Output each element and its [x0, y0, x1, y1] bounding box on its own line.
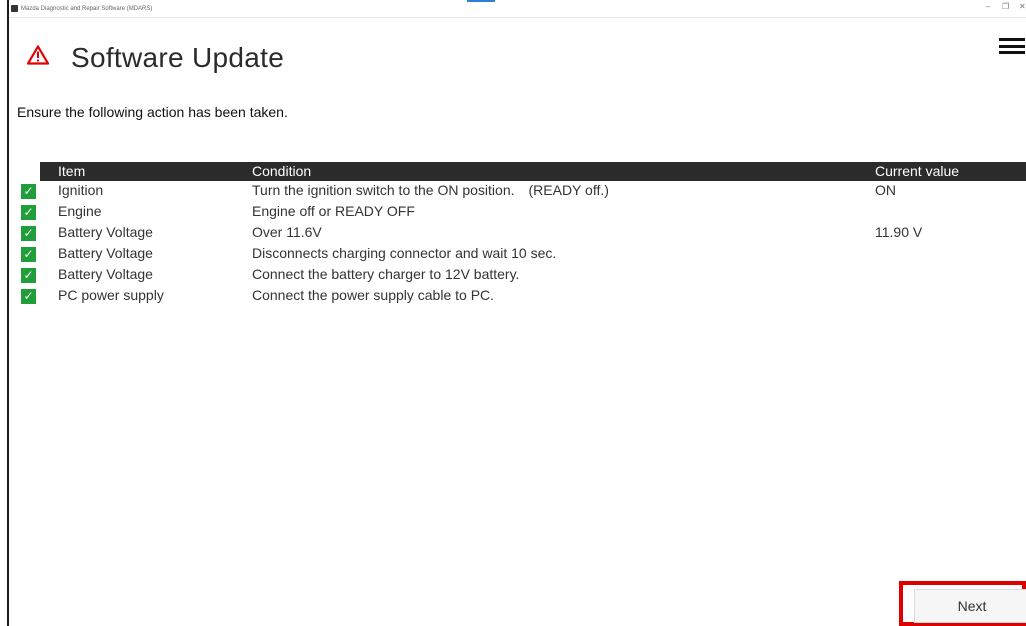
next-button[interactable]: Next	[914, 589, 1026, 623]
close-button[interactable]: ✕	[1019, 3, 1026, 11]
table-row: ✓ Battery Voltage Disconnects charging c…	[18, 243, 1026, 264]
column-header-current-value: Current value	[875, 162, 1026, 181]
current-value-cell	[875, 201, 1026, 222]
warning-triangle-icon	[27, 45, 49, 65]
hamburger-menu-icon[interactable]	[999, 38, 1025, 54]
table-row: ✓ Battery Voltage Connect the battery ch…	[18, 264, 1026, 285]
condition-cell: Engine off or READY OFF	[252, 201, 875, 222]
conditions-table: Item Condition Current value ✓ Ignition …	[18, 162, 1026, 307]
condition-cell: Connect the battery charger to 12V batte…	[252, 264, 875, 285]
column-header-item: Item	[40, 162, 252, 181]
restore-button[interactable]: ❐	[1002, 3, 1009, 11]
checkbox-checked-icon: ✓	[21, 268, 36, 283]
item-cell: Battery Voltage	[40, 222, 252, 243]
condition-cell: Disconnects charging connector and wait …	[252, 243, 875, 264]
current-value-cell	[875, 243, 1026, 264]
checkbox-checked-icon: ✓	[21, 205, 36, 220]
item-cell: Battery Voltage	[40, 243, 252, 264]
instruction-text: Ensure the following action has been tak…	[17, 104, 288, 120]
condition-cell: Connect the power supply cable to PC.	[252, 285, 875, 306]
current-value-cell: 11.90 V	[875, 222, 1026, 243]
item-cell: Engine	[40, 201, 252, 222]
column-header-condition: Condition	[252, 162, 875, 181]
window-titlebar: Mazda Diagnostic and Repair Software (MD…	[9, 0, 1026, 18]
checkbox-checked-icon: ✓	[21, 226, 36, 241]
table-row: ✓ Engine Engine off or READY OFF	[18, 201, 1026, 222]
condition-cell: Over 11.6V	[252, 222, 875, 243]
current-value-cell	[875, 285, 1026, 306]
next-button-highlight: Next	[899, 581, 1026, 626]
app-icon	[11, 5, 18, 12]
checkbox-checked-icon: ✓	[21, 289, 36, 304]
table-header-row: Item Condition Current value	[18, 162, 1026, 181]
checkbox-checked-icon: ✓	[21, 184, 36, 199]
checkbox-checked-icon: ✓	[21, 247, 36, 262]
item-cell: PC power supply	[40, 285, 252, 306]
current-value-cell: ON	[875, 181, 1026, 201]
table-row: ✓ Ignition Turn the ignition switch to t…	[18, 181, 1026, 201]
table-row: ✓ Battery Voltage Over 11.6V 11.90 V	[18, 222, 1026, 243]
window-frame	[7, 0, 9, 626]
minimize-button[interactable]: –	[986, 3, 990, 11]
header-check-col	[18, 162, 40, 181]
condition-cell: Turn the ignition switch to the ON posit…	[252, 181, 875, 201]
page-title: Software Update	[71, 42, 285, 73]
current-value-cell	[875, 264, 1026, 285]
item-cell: Battery Voltage	[40, 264, 252, 285]
table-row: ✓ PC power supply Connect the power supp…	[18, 285, 1026, 306]
titlebar-accent	[467, 0, 495, 2]
window-title: Mazda Diagnostic and Repair Software (MD…	[21, 5, 153, 12]
item-cell: Ignition	[40, 181, 252, 201]
